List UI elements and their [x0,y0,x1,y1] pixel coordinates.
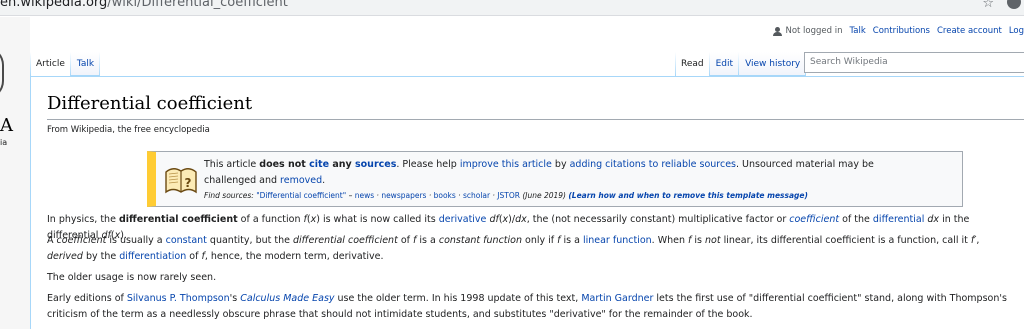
user-talk-link[interactable]: Talk [850,26,866,36]
find-query-link[interactable]: "Differential coefficient" [256,191,346,200]
adding-citations-link[interactable]: adding citations to reliable sources [570,159,736,170]
calculus-made-easy-link[interactable]: Calculus Made Easy [240,293,334,304]
book-question-icon: ? [165,168,197,194]
coefficient-link[interactable]: coefficient [789,214,839,225]
site-tagline: From Wikipedia, the free encyclopedia [47,125,210,135]
search-input[interactable]: Search Wikipedia [804,52,1024,73]
browser-url-bar[interactable]: en.wikipedia.org/wiki/Differential_coeff… [0,0,1024,16]
sources-link[interactable]: sources [355,159,396,170]
contributions-link[interactable]: Contributions [873,26,930,36]
find-newspapers-link[interactable]: newspapers [381,191,426,200]
derivative-link[interactable]: derivative [439,214,487,225]
differentiation-link[interactable]: differentiation [119,251,186,262]
url-path: /wiki/Differential_coefficient [107,0,288,10]
paragraph-usage: The older usage is now rarely seen. [47,272,217,283]
constant-link[interactable]: constant [166,235,207,246]
profile-avatar-icon[interactable] [1007,0,1021,9]
personal-tools: Not logged in Talk Contributions Create … [773,26,1024,36]
tab-view-history[interactable]: View history [739,52,807,76]
thompson-link[interactable]: Silvanus P. Thompson [127,293,230,304]
view-tabs: Read Edit View history [675,52,807,76]
martin-gardner-link[interactable]: Martin Gardner [581,293,653,304]
namespace-tabs: Article Talk [30,52,101,76]
paragraph-coefficient: A coefficient is usually a constant quan… [47,235,980,262]
paragraph-history: Early editions of Silvanus P. Thompson's… [47,293,1007,320]
tab-edit[interactable]: Edit [709,52,740,76]
logo-wordmark[interactable]: A [0,115,13,136]
article-content: Differential coefficient From Wikipedia,… [30,76,1024,329]
create-account-link[interactable]: Create account [937,26,1002,36]
tab-article[interactable]: Article [30,52,71,76]
user-icon [773,26,783,36]
find-news-link[interactable]: news [355,191,374,200]
wikipedia-logo-icon[interactable] [0,47,4,99]
title-divider [47,119,1024,120]
find-jstor-link[interactable]: JSTOR [497,191,520,200]
login-link[interactable]: Log [1009,26,1024,36]
find-books-link[interactable]: books [434,191,456,200]
logo-tagline: ia [0,138,8,147]
not-logged-in-label: Not logged in [785,26,843,36]
bookmark-star-icon[interactable]: ☆ [982,0,994,11]
differential-link[interactable]: differential [873,214,924,225]
tab-read[interactable]: Read [675,52,710,76]
notice-message: This article does not cite any sources. … [204,159,874,186]
cite-link[interactable]: cite [309,159,329,170]
find-sources-line: Find sources: "Differential coefficient"… [204,191,808,200]
find-scholar-link[interactable]: scholar [463,191,490,200]
improve-article-link[interactable]: improve this article [460,159,552,170]
url-text[interactable]: en.wikipedia.org/wiki/Differential_coeff… [0,0,288,10]
sidebar: A ia [0,17,30,329]
url-domain: en.wikipedia.org [0,0,108,10]
linear-function-link[interactable]: linear function [583,235,652,246]
removed-link[interactable]: removed [280,175,322,186]
learn-how-link[interactable]: (Learn how and when to remove this templ… [568,191,808,200]
page-title: Differential coefficient [47,93,253,114]
svg-text:?: ? [185,176,192,190]
unreferenced-notice: ? This article does not cite any sources… [147,151,963,207]
tab-talk[interactable]: Talk [70,52,101,76]
